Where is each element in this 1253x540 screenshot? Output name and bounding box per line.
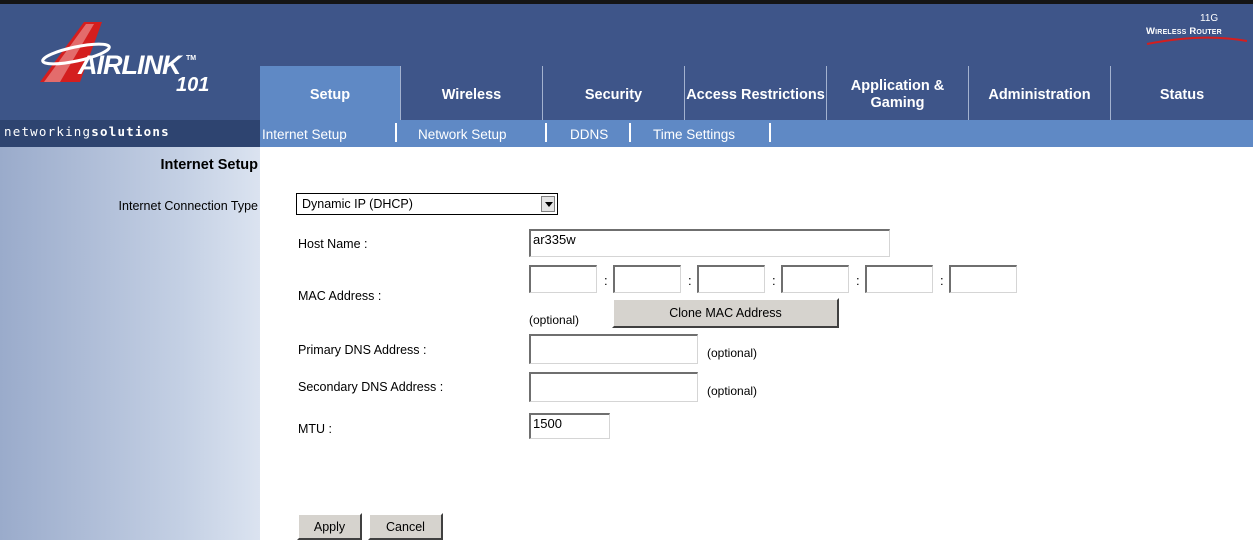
tagline-bar: networkingsolutions — [0, 120, 260, 147]
subtab-divider — [395, 123, 397, 142]
subtab-ddns[interactable]: DDNS — [570, 127, 608, 142]
mac-separator: : — [856, 273, 860, 288]
section-title: Internet Setup — [160, 157, 258, 173]
mac-octet-6-input[interactable] — [949, 265, 1017, 293]
mac-optional-hint: (optional) — [529, 313, 580, 327]
mac-separator: : — [940, 273, 944, 288]
subtab-divider — [629, 123, 631, 142]
tab-access-restrictions[interactable]: Access Restrictions — [684, 66, 826, 124]
subtab-network-setup[interactable]: Network Setup — [418, 127, 507, 142]
logo-wordmark: AIRLINK — [78, 50, 181, 80]
primary-dns-label: Primary DNS Address : — [298, 343, 427, 357]
mac-separator: : — [688, 273, 692, 288]
main-nav: 11G Wireless Router Setup Wireless Secur… — [260, 4, 1253, 124]
tab-application-gaming[interactable]: Application & Gaming — [826, 66, 968, 124]
primary-dns-input[interactable] — [529, 334, 698, 364]
logo-trademark: TM — [186, 55, 197, 62]
mac-separator: : — [772, 273, 776, 288]
mac-octet-5-input[interactable] — [865, 265, 933, 293]
tagline-part-solutions: solutions — [91, 124, 170, 139]
connection-type-label: Internet Connection Type — [118, 199, 258, 213]
swoosh-icon — [1146, 36, 1248, 45]
mac-octet-3-input[interactable] — [697, 265, 765, 293]
sidebar: Internet Setup Internet Connection Type — [0, 147, 260, 540]
mac-separator: : — [604, 273, 608, 288]
wireless-router-badge: 11G Wireless Router — [1143, 13, 1251, 47]
secondary-dns-label: Secondary DNS Address : — [298, 380, 444, 394]
tab-status[interactable]: Status — [1110, 66, 1253, 124]
secondary-dns-input[interactable] — [529, 372, 698, 402]
badge-11g: 11G — [1200, 13, 1219, 24]
tab-security[interactable]: Security — [542, 66, 684, 124]
host-name-input[interactable]: ar335w — [529, 229, 890, 257]
connection-type-select[interactable]: Dynamic IP (DHCP) — [296, 193, 558, 215]
clone-mac-button[interactable]: Clone MAC Address — [612, 298, 839, 328]
tagline-part-networking: networking — [4, 124, 92, 139]
logo-model: 101 — [176, 74, 210, 96]
tab-wireless[interactable]: Wireless — [400, 66, 542, 124]
cancel-button[interactable]: Cancel — [368, 513, 443, 540]
mtu-label: MTU : — [298, 422, 333, 436]
mac-octet-4-input[interactable] — [781, 265, 849, 293]
mac-octet-1-input[interactable] — [529, 265, 597, 293]
mac-address-label: MAC Address : — [298, 289, 382, 303]
subtab-divider — [545, 123, 547, 142]
chevron-down-icon[interactable] — [541, 196, 555, 212]
host-name-label: Host Name : — [298, 237, 368, 251]
apply-button[interactable]: Apply — [297, 513, 362, 540]
subtab-time-settings[interactable]: Time Settings — [653, 127, 735, 142]
subtab-divider — [769, 123, 771, 142]
logo-area: AIRLINK TM 101 — [0, 4, 260, 120]
sub-nav: Internet Setup Network Setup DDNS Time S… — [260, 120, 1253, 147]
connection-type-value: Dynamic IP (DHCP) — [302, 197, 413, 211]
secondary-dns-optional-hint: (optional) — [707, 384, 758, 398]
mac-octet-2-input[interactable] — [613, 265, 681, 293]
primary-dns-optional-hint: (optional) — [707, 346, 758, 360]
tagline: networkingsolutions — [4, 124, 170, 139]
subtab-internet-setup[interactable]: Internet Setup — [262, 127, 347, 142]
mtu-input[interactable]: 1500 — [529, 413, 610, 439]
tab-administration[interactable]: Administration — [968, 66, 1110, 124]
tab-setup[interactable]: Setup — [260, 66, 400, 124]
